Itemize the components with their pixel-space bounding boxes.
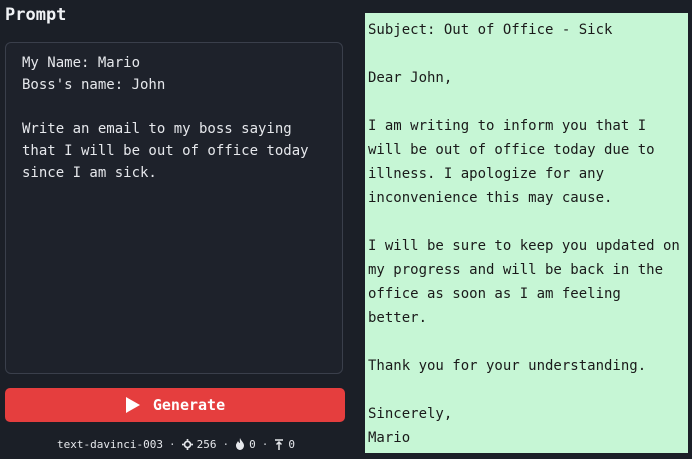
separator: ·: [222, 437, 230, 451]
top-p-icon: [274, 438, 284, 450]
temperature-value: 0: [249, 437, 256, 451]
flame-icon: [235, 438, 245, 450]
status-bar: text-davinci-003 · 256 · 0 · 0: [0, 436, 352, 452]
separator: ·: [168, 437, 176, 451]
output-panel: Subject: Out of Office - Sick Dear John,…: [365, 13, 688, 453]
output-text: Subject: Out of Office - Sick Dear John,…: [368, 22, 680, 446]
play-icon: [125, 396, 141, 414]
max-tokens-value: 256: [196, 437, 217, 451]
top-p-stat: 0: [274, 438, 295, 451]
model-name: text-davinci-003: [57, 437, 163, 451]
separator: ·: [261, 437, 269, 451]
generate-button[interactable]: Generate: [5, 388, 345, 422]
prompt-panel: Prompt My Name: Mario Boss's name: John …: [0, 0, 352, 459]
top-p-value: 0: [288, 437, 295, 451]
prompt-title: Prompt: [5, 5, 67, 25]
prompt-text[interactable]: My Name: Mario Boss's name: John Write a…: [22, 52, 332, 184]
max-tokens-stat: 256: [181, 437, 217, 451]
temperature-stat: 0: [235, 438, 256, 451]
generate-button-label: Generate: [152, 396, 226, 414]
tokens-icon: [181, 438, 193, 450]
prompt-textarea[interactable]: My Name: Mario Boss's name: John Write a…: [5, 42, 343, 374]
